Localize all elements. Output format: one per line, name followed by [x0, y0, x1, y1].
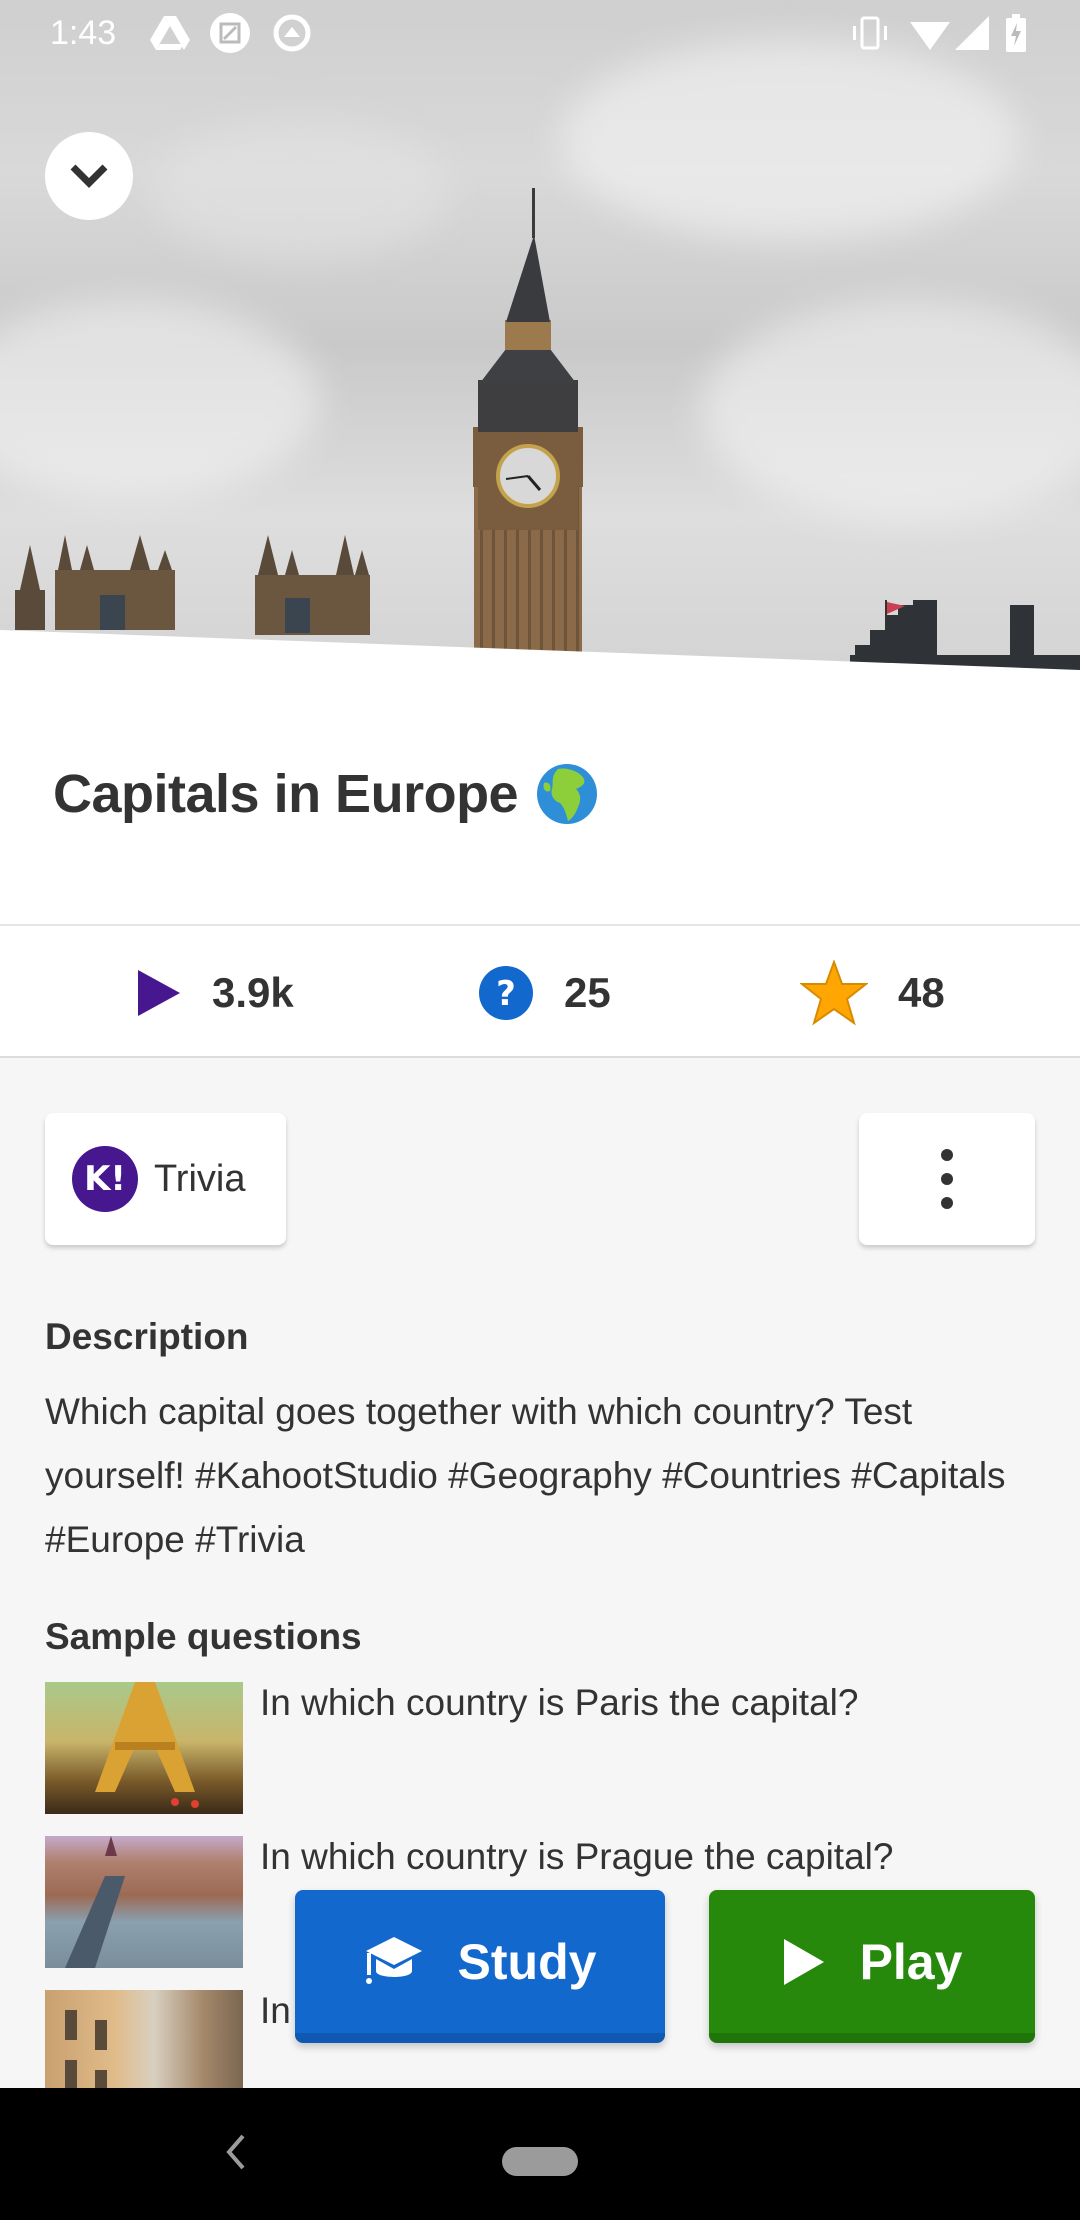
sample-question-item[interactable]: In which country is Paris the capital?	[45, 1682, 1045, 1814]
kahoot-logo-icon: K!	[72, 1146, 138, 1212]
question-text: In which country is Paris the capital?	[260, 1682, 859, 1723]
favorites-stat: 48	[800, 960, 945, 1026]
description-text: Which capital goes together with which c…	[45, 1391, 1006, 1560]
questions-count: 25	[564, 969, 611, 1016]
star-icon	[800, 960, 868, 1026]
favorites-count: 48	[898, 969, 945, 1016]
system-nav-bar	[0, 2088, 1080, 2220]
chevron-down-icon	[70, 164, 108, 188]
question-thumbnail-prague	[45, 1836, 243, 1968]
status-bar: 1:43	[0, 0, 1080, 66]
study-label: Study	[457, 1933, 597, 1990]
google-drive-icon	[150, 14, 190, 52]
screenshot-edit-icon	[210, 13, 250, 53]
play-label: Play	[859, 1933, 963, 1990]
plays-count: 3.9k	[212, 969, 294, 1016]
title-text: Capitals in Europe	[53, 764, 519, 824]
questions-stat: ? 25	[478, 962, 611, 1024]
data-saver-icon	[272, 14, 312, 52]
more-options-button[interactable]	[859, 1113, 1035, 1245]
svg-text:?: ?	[496, 974, 516, 1014]
play-icon	[138, 970, 180, 1016]
study-button[interactable]: Study	[295, 1890, 665, 2043]
question-thumbnail-eiffel	[45, 1682, 243, 1814]
kahoot-title: Capitals in Europe	[53, 763, 598, 825]
plays-stat: 3.9k	[136, 962, 294, 1024]
vibrate-icon	[850, 14, 890, 52]
more-vertical-icon	[941, 1149, 953, 1161]
globe-emoji-icon	[537, 764, 598, 824]
sample-questions-heading: Sample questions	[45, 1616, 362, 1657]
play-button[interactable]: Play	[709, 1890, 1035, 2043]
stats-bar: 3.9k ? 25 48	[0, 924, 1080, 1058]
question-thumbnail-lisbon	[45, 1990, 243, 2088]
graduation-cap-icon	[365, 1936, 422, 1984]
play-icon	[783, 1938, 824, 1985]
more-vertical-icon-dot	[941, 1197, 953, 1209]
status-time: 1:43	[50, 14, 117, 52]
category-chip[interactable]: K! Trivia	[45, 1113, 286, 1245]
signal-icon	[955, 14, 989, 52]
category-label: Trivia	[154, 1157, 246, 1200]
battery-charging-icon	[1005, 14, 1027, 52]
kahoot-detail-screen: 1:43 Capitals in Europe 3.9k ? 25 48 K! …	[0, 0, 1080, 2088]
wifi-icon	[910, 14, 950, 52]
collapse-button[interactable]	[45, 132, 133, 220]
description-heading: Description	[45, 1316, 249, 1357]
home-pill-icon[interactable]	[502, 2147, 578, 2176]
hero-image	[0, 0, 1080, 690]
question-icon: ?	[479, 966, 533, 1020]
back-icon[interactable]	[225, 2134, 247, 2175]
more-vertical-icon-dot	[941, 1173, 953, 1185]
big-ben-illustration	[15, 188, 1080, 680]
question-text-partial-start: In	[260, 1990, 291, 2031]
question-text: In which country is Prague the capital?	[260, 1836, 894, 1877]
